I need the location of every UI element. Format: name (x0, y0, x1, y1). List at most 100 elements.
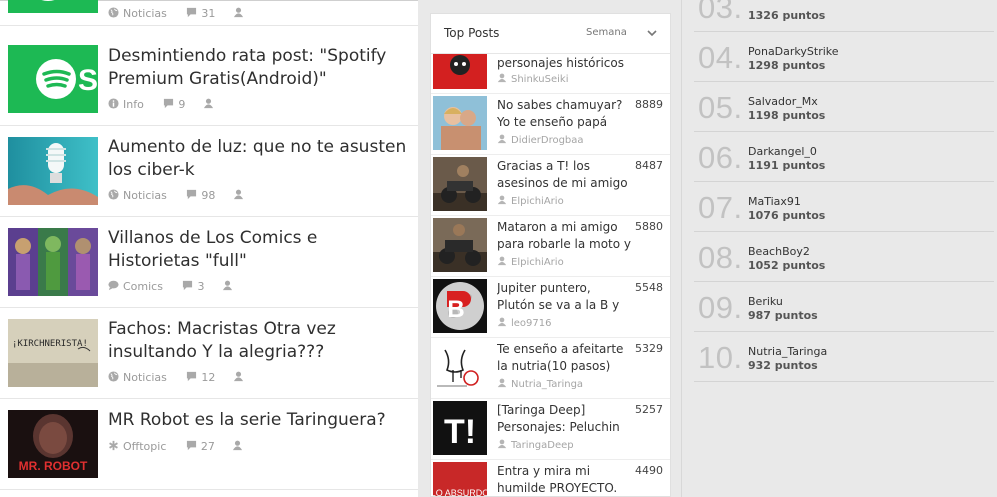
rank-username[interactable]: MaTiax91 (748, 195, 801, 208)
top-post-item-5[interactable]: Te enseño a afeitarte la nutria(10 pasos… (431, 338, 670, 399)
top-post-thumbnail[interactable]: LO ABSURDO (433, 462, 487, 497)
rank-points: 932 puntos (748, 359, 818, 372)
rank-item-06[interactable]: 06. Darkangel_0 1191 puntos (694, 132, 994, 182)
post-meta: Info 9 (108, 98, 218, 111)
post-category[interactable]: Noticias (123, 7, 167, 20)
top-post-title[interactable]: Jupiter puntero, Plutón se va a la B y N… (497, 280, 632, 315)
user-icon (497, 256, 507, 266)
top-post-thumbnail[interactable] (433, 54, 487, 89)
top-post-author[interactable]: ElpichiArio (497, 256, 564, 268)
post-category[interactable]: Offtopic (123, 440, 166, 453)
user-icon[interactable] (233, 7, 244, 18)
top-post-thumbnail[interactable] (433, 218, 487, 272)
top-post-thumbnail[interactable] (433, 96, 487, 150)
top-post-author[interactable]: TaringaDeep (497, 439, 574, 451)
rank-username[interactable]: BeachBoy2 (748, 245, 810, 258)
rank-item-10[interactable]: 10. Nutria_Taringa 932 puntos (694, 332, 994, 382)
user-icon (497, 439, 507, 449)
post-title[interactable]: MR Robot es la serie Taringuera? (108, 409, 408, 432)
top-post-author[interactable]: leo9716 (497, 317, 552, 329)
rank-username[interactable]: Beriku (748, 295, 783, 308)
feed-post-5[interactable]: MR. ROBOT MR Robot es la serie Taringuer… (0, 399, 418, 490)
top-post-thumbnail[interactable] (433, 157, 487, 211)
feed-post-3[interactable]: Villanos de Los Comics e Historietas "fu… (0, 217, 418, 308)
post-category[interactable]: Comics (123, 280, 163, 293)
top-post-title[interactable]: personajes históricos (497, 55, 632, 72)
rank-item-04[interactable]: 04. PonaDarkyStrike 1298 puntos (694, 32, 994, 82)
rank-number: 06. (698, 140, 743, 175)
top-post-title[interactable]: Entra y mira mi humilde PROYECTO. (497, 463, 632, 496)
post-thumbnail-spotify[interactable] (8, 0, 98, 13)
post-thumbnail-bulb[interactable] (8, 137, 98, 205)
user-icon[interactable] (222, 280, 233, 291)
top-post-author[interactable]: DidierDrogbaa (497, 134, 584, 146)
top-post-title[interactable]: Mataron a mi amigo para robarle la moto … (497, 219, 632, 254)
post-category[interactable]: Noticias (123, 371, 167, 384)
post-meta: Comics 3 (108, 280, 237, 293)
post-category[interactable]: Noticias (123, 189, 167, 202)
top-post-item-6[interactable]: T! [Taringa Deep] Personajes: Peluchin 5… (431, 399, 670, 460)
rank-item-07[interactable]: 07. MaTiax91 1076 puntos (694, 182, 994, 232)
user-icon[interactable] (232, 440, 243, 451)
post-title[interactable]: Villanos de Los Comics e Historietas "fu… (108, 227, 408, 273)
top-post-title[interactable]: Gracias a T! los asesinos de mi amigo (497, 158, 632, 193)
rank-username[interactable]: Salvador_Mx (748, 95, 818, 108)
feed-post-0[interactable]: Noticias 31 (0, 0, 418, 26)
user-icon[interactable] (203, 98, 214, 109)
top-post-thumbnail[interactable]: B (433, 279, 487, 333)
taringa-logo-text: T! (444, 413, 476, 451)
post-thumbnail-spotify[interactable]: Sp (8, 45, 98, 113)
feed-post-4[interactable]: ¡KIRCHNERISTA! Fachos: Macristas Otra ve… (0, 308, 418, 399)
top-post-score: 5257 (635, 403, 663, 416)
speech-icon (108, 280, 119, 291)
top-post-item-0[interactable]: personajes históricos ShinkuSeiki (431, 54, 670, 94)
top-post-score: 8487 (635, 159, 663, 172)
globe-icon (108, 371, 119, 382)
top-post-author[interactable]: ShinkuSeiki (497, 73, 568, 85)
post-title[interactable]: Fachos: Macristas Otra vez insultando Y … (108, 318, 408, 364)
user-icon (497, 378, 507, 388)
top-post-item-4[interactable]: B Jupiter puntero, Plutón se va a la B y… (431, 277, 670, 338)
post-title[interactable]: Desmintiendo rata post: "Spotify Premium… (108, 45, 408, 91)
post-meta: Offtopic 27 (108, 440, 247, 453)
post-thumbnail-comics[interactable] (8, 228, 98, 296)
rank-item-05[interactable]: 05. Salvador_Mx 1198 puntos (694, 82, 994, 132)
rank-username[interactable]: Darkangel_0 (748, 145, 817, 158)
post-thumbnail-kirchnerista[interactable]: ¡KIRCHNERISTA! (8, 319, 98, 387)
top-post-item-1[interactable]: No sabes chamuyar? Yo te enseño papá 888… (431, 94, 670, 155)
user-icon[interactable] (233, 189, 244, 200)
post-title[interactable]: Aumento de luz: que no te asusten los ci… (108, 136, 408, 182)
top-post-title[interactable]: Te enseño a afeitarte la nutria(10 pasos… (497, 341, 632, 376)
top-post-score: 5548 (635, 281, 663, 294)
rank-number: 07. (698, 190, 743, 225)
top-post-thumbnail[interactable] (433, 340, 487, 394)
top-post-thumbnail[interactable]: T! (433, 401, 487, 455)
rank-item-03[interactable]: 03. 1326 puntos (694, 0, 994, 32)
rank-number: 03. (698, 0, 743, 25)
user-icon[interactable] (233, 371, 244, 382)
post-thumbnail-mrrobot[interactable]: MR. ROBOT (8, 410, 98, 478)
top-post-author[interactable]: ElpichiArio (497, 195, 564, 207)
top-post-title[interactable]: No sabes chamuyar? Yo te enseño papá (497, 97, 632, 132)
top-post-title[interactable]: [Taringa Deep] Personajes: Peluchin (497, 402, 632, 437)
rank-username[interactable]: PonaDarkyStrike (748, 45, 839, 58)
rank-number: 04. (698, 40, 743, 75)
post-comment-count: 9 (178, 98, 186, 111)
top-post-author[interactable]: Nutria_Taringa (497, 378, 583, 390)
period-select[interactable]: Semana (586, 27, 627, 38)
comment-icon (164, 98, 174, 109)
top-post-item-7[interactable]: LO ABSURDO Entra y mira mi humilde PROYE… (431, 460, 670, 497)
rank-number: 09. (698, 290, 743, 325)
feed-post-2[interactable]: Aumento de luz: que no te asusten los ci… (0, 126, 418, 217)
rank-item-08[interactable]: 08. BeachBoy2 1052 puntos (694, 232, 994, 282)
chevron-down-icon[interactable] (647, 30, 657, 37)
top-post-item-3[interactable]: Mataron a mi amigo para robarle la moto … (431, 216, 670, 277)
rank-item-09[interactable]: 09. Beriku 987 puntos (694, 282, 994, 332)
feed-post-1[interactable]: Sp Desmintiendo rata post: "Spotify Prem… (0, 35, 418, 126)
rank-username[interactable]: Nutria_Taringa (748, 345, 827, 358)
top-post-item-2[interactable]: Gracias a T! los asesinos de mi amigo 84… (431, 155, 670, 216)
top-post-score: 5880 (635, 220, 663, 233)
post-category[interactable]: Info (123, 98, 144, 111)
thumbnail-text: LO ABSURDO (433, 488, 487, 497)
comment-icon (183, 280, 193, 291)
